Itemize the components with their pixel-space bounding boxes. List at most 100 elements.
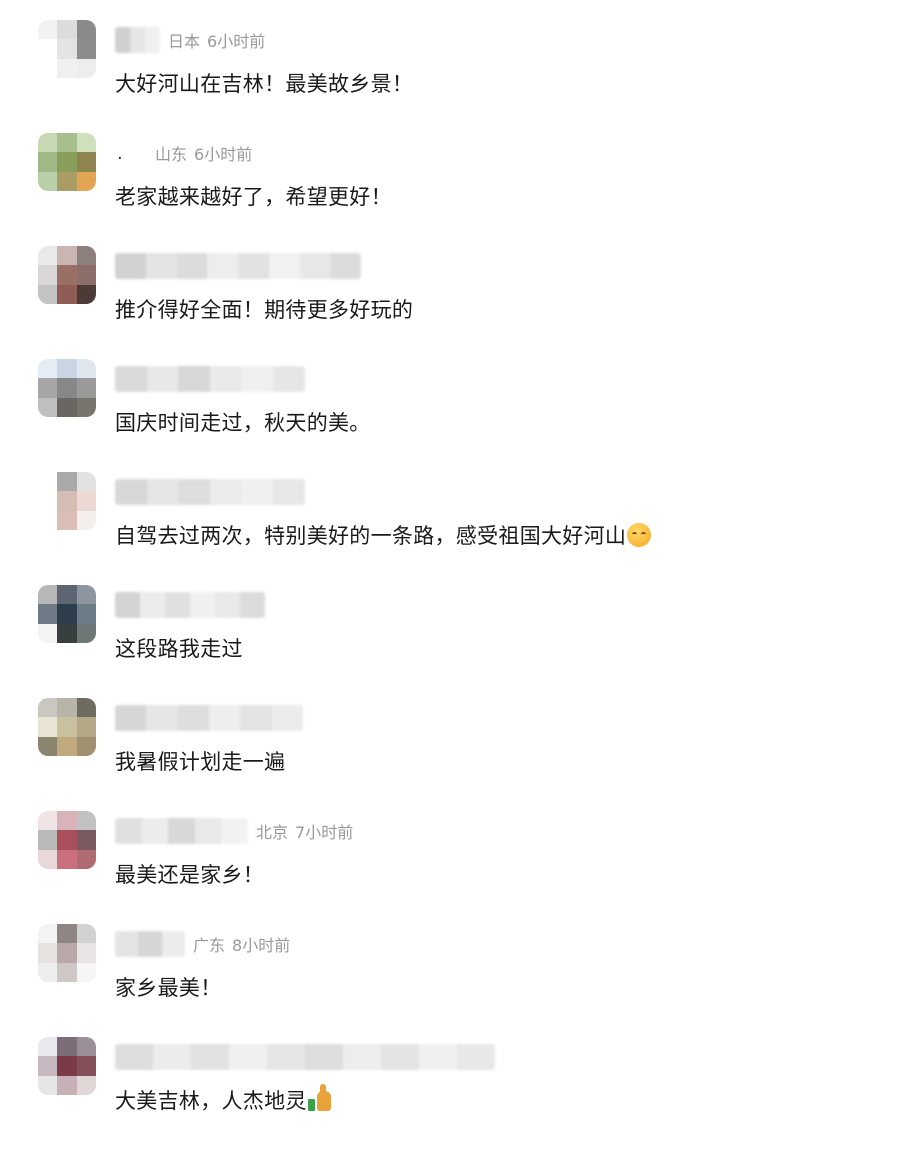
avatar-pixel bbox=[76, 698, 96, 718]
avatar-pixel bbox=[57, 359, 77, 379]
avatar-pixel bbox=[57, 962, 77, 982]
username-blur-block bbox=[210, 479, 242, 505]
username-blurred[interactable] bbox=[115, 705, 303, 731]
avatar[interactable] bbox=[38, 811, 96, 869]
avatar-pixel bbox=[57, 152, 77, 172]
username-blur-block bbox=[115, 705, 147, 731]
avatar-pixel bbox=[57, 20, 77, 40]
comment-text: 我暑假计划走一遍 bbox=[115, 746, 285, 776]
avatar[interactable] bbox=[38, 133, 96, 191]
avatar-pixel bbox=[76, 246, 96, 266]
comment-item: 推介得好全面！期待更多好玩的 bbox=[0, 246, 909, 359]
comment-item: 这段路我走过 bbox=[0, 585, 909, 698]
username-blur-block bbox=[115, 253, 146, 279]
comment-text: 国庆时间走过，秋天的美。 bbox=[115, 407, 371, 437]
avatar-pixel bbox=[38, 359, 58, 379]
username-blur-block bbox=[241, 366, 274, 392]
username-blur-block bbox=[268, 253, 300, 279]
avatar-pixel bbox=[57, 397, 77, 417]
avatar[interactable] bbox=[38, 20, 96, 78]
username-blurred[interactable] bbox=[115, 253, 361, 279]
avatar[interactable] bbox=[38, 585, 96, 643]
avatar[interactable] bbox=[38, 1037, 96, 1095]
avatar-pixel bbox=[38, 1075, 58, 1095]
thumbs-up-emoji-icon bbox=[307, 1084, 331, 1111]
avatar-pixel bbox=[38, 623, 58, 643]
avatar-pixel bbox=[76, 39, 96, 59]
username-blurred[interactable] bbox=[115, 479, 305, 505]
avatar-pixel bbox=[38, 491, 58, 511]
avatar-pixel bbox=[57, 830, 77, 850]
username-blur-block bbox=[115, 1044, 153, 1070]
avatar[interactable] bbox=[38, 472, 96, 530]
comment-meta bbox=[115, 252, 361, 280]
avatar-pixel bbox=[76, 943, 96, 963]
username-blur-block bbox=[140, 592, 165, 618]
username[interactable]: . bbox=[115, 143, 147, 164]
username-blur-block bbox=[207, 253, 238, 279]
avatar-pixel bbox=[38, 1056, 58, 1076]
comment-meta: 广东 8小时前 bbox=[115, 930, 290, 958]
username-blur-block bbox=[273, 366, 305, 392]
username-blur-block bbox=[267, 1044, 305, 1070]
avatar-pixel bbox=[38, 39, 58, 59]
avatar-pixel bbox=[38, 736, 58, 756]
avatar-pixel bbox=[57, 491, 77, 511]
username-blur-block bbox=[210, 366, 242, 392]
comment-item: 我暑假计划走一遍 bbox=[0, 698, 909, 811]
avatar-pixel bbox=[38, 246, 58, 266]
username-blur-block bbox=[221, 818, 248, 844]
avatar-pixel bbox=[57, 378, 77, 398]
username-blurred[interactable] bbox=[115, 592, 265, 618]
avatar-pixel bbox=[57, 58, 77, 78]
username-blurred[interactable] bbox=[115, 1044, 495, 1070]
avatar-pixel bbox=[38, 152, 58, 172]
username-blur-block bbox=[330, 253, 361, 279]
comment-meta bbox=[115, 478, 305, 506]
username-blur-block bbox=[145, 253, 177, 279]
username-blur-block bbox=[215, 592, 240, 618]
username-blur-block bbox=[146, 479, 179, 505]
username-blur-block bbox=[115, 479, 147, 505]
username-blur-block bbox=[165, 592, 190, 618]
username-blur-block bbox=[161, 931, 185, 957]
username-blur-block bbox=[419, 1044, 457, 1070]
username-blurred[interactable] bbox=[115, 27, 160, 53]
avatar-pixel bbox=[38, 378, 58, 398]
username-blur-block bbox=[146, 705, 178, 731]
avatar-pixel bbox=[76, 58, 96, 78]
avatar[interactable] bbox=[38, 359, 96, 417]
username-blur-block bbox=[299, 253, 331, 279]
username-blur-block bbox=[115, 366, 147, 392]
avatar[interactable] bbox=[38, 698, 96, 756]
username-blur-block bbox=[229, 1044, 267, 1070]
username-blur-block bbox=[141, 818, 169, 844]
username-blurred[interactable] bbox=[115, 818, 248, 844]
comment-text: 家乡最美！ bbox=[115, 972, 222, 1002]
avatar-pixel bbox=[76, 152, 96, 172]
comment-text-content: 国庆时间走过，秋天的美。 bbox=[115, 411, 371, 435]
avatar-pixel bbox=[76, 1037, 96, 1057]
comment-meta: . 山东 6小时前 bbox=[115, 139, 252, 167]
avatar-pixel bbox=[57, 1037, 77, 1057]
avatar-pixel bbox=[57, 133, 77, 153]
username-blur-block bbox=[381, 1044, 419, 1070]
avatar-pixel bbox=[38, 604, 58, 624]
avatar-pixel bbox=[38, 698, 58, 718]
avatar-pixel bbox=[57, 1075, 77, 1095]
username-blurred[interactable] bbox=[115, 931, 185, 957]
comment-text-content: 老家越来越好了，希望更好！ bbox=[115, 185, 392, 209]
avatar[interactable] bbox=[38, 924, 96, 982]
username-blur-block bbox=[271, 705, 303, 731]
avatar-pixel bbox=[38, 58, 58, 78]
avatar-pixel bbox=[76, 736, 96, 756]
location-label: 山东 bbox=[155, 145, 188, 164]
username-blurred[interactable] bbox=[115, 366, 305, 392]
comment-meta: 北京 7小时前 bbox=[115, 817, 353, 845]
avatar-pixel bbox=[57, 623, 77, 643]
comment-text-content: 这段路我走过 bbox=[115, 637, 243, 661]
username-blur-block bbox=[208, 705, 241, 731]
avatar-pixel bbox=[38, 717, 58, 737]
avatar-pixel bbox=[76, 717, 96, 737]
avatar[interactable] bbox=[38, 246, 96, 304]
